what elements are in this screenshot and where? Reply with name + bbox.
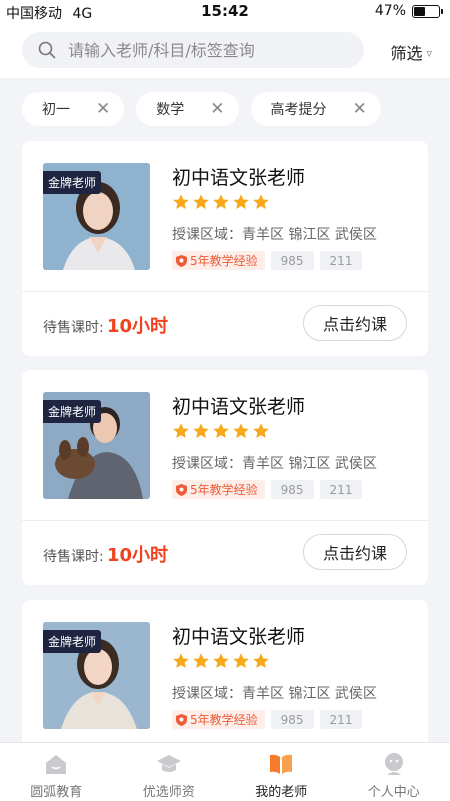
star-icon: [173, 194, 189, 210]
badges-row: 5年教学经验 985 211: [172, 710, 363, 729]
tab-label: 优选师资: [142, 785, 195, 800]
home-icon: [46, 755, 67, 774]
status-bar: 中国移动 4G 15:42 47%: [0, 0, 450, 24]
search-box[interactable]: [22, 32, 364, 68]
star-icon: [193, 194, 209, 210]
region-label: 授课区域：: [172, 227, 242, 243]
bottom-tab-bar: 圆弧教育 优选师资 我的老师 个人中心: [0, 742, 450, 801]
teacher-name: 初中语文张老师: [172, 167, 306, 189]
teacher-card[interactable]: 金牌老师 初中语文张老师 授课区域：青羊区 锦江区 武侯区 5年教学经验 985…: [22, 141, 428, 356]
star-icon: [193, 423, 209, 439]
tab-home[interactable]: 圆弧教育: [0, 743, 113, 801]
search-header: 筛选 ▿: [0, 24, 450, 78]
rating-stars: [172, 193, 270, 211]
battery-icon: [412, 4, 443, 18]
shield-icon: [176, 713, 187, 726]
tag-label: 数学: [156, 102, 185, 118]
region-values: 青羊区 锦江区 武侯区: [242, 686, 377, 702]
star-icon: [233, 423, 249, 439]
filter-label: 筛选: [390, 44, 423, 63]
badges-row: 5年教学经验 985 211: [172, 480, 363, 499]
rating-stars: [172, 422, 270, 440]
experience-text: 5年教学经验: [190, 713, 258, 727]
hours-value: 10小时: [107, 545, 169, 566]
school-badge-211: 211: [319, 480, 363, 499]
teaching-region: 授课区域：青羊区 锦江区 武侯区: [172, 683, 377, 703]
search-icon: [38, 41, 56, 59]
tab-my-teachers[interactable]: 我的老师: [225, 743, 338, 801]
star-icon: [213, 423, 229, 439]
gold-teacher-badge: 金牌老师: [43, 400, 102, 423]
selected-tags: 初一 ✕ 数学 ✕ 高考提分 ✕: [22, 92, 381, 126]
divider: [22, 520, 428, 521]
badges-row: 5年教学经验 985 211: [172, 251, 363, 270]
teacher-name: 初中语文张老师: [172, 626, 306, 648]
tab-label: 我的老师: [255, 785, 308, 800]
teacher-card[interactable]: 金牌老师 初中语文张老师 授课区域：青羊区 锦江区 武侯区 5年教学经验 985…: [22, 600, 428, 742]
search-input[interactable]: [68, 32, 348, 68]
tab-teachers[interactable]: 优选师资: [113, 743, 226, 801]
region-label: 授课区域：: [172, 456, 242, 472]
region-values: 青羊区 锦江区 武侯区: [242, 227, 377, 243]
experience-text: 5年教学经验: [190, 254, 258, 268]
experience-badge: 5年教学经验: [172, 480, 265, 499]
hours-label: 待售课时:: [43, 549, 104, 565]
gold-teacher-badge: 金牌老师: [43, 171, 102, 194]
region-label: 授课区域：: [172, 686, 242, 702]
battery-percent: 47%: [374, 3, 406, 19]
close-icon[interactable]: ✕: [210, 100, 224, 118]
tag-chip[interactable]: 数学 ✕: [136, 92, 239, 126]
star-icon: [213, 653, 229, 669]
region-values: 青羊区 锦江区 武侯区: [242, 456, 377, 472]
school-badge-985: 985: [270, 480, 314, 499]
filter-button[interactable]: 筛选 ▿: [390, 40, 432, 64]
divider: [22, 291, 428, 292]
rating-stars: [172, 652, 270, 670]
teaching-region: 授课区域：青羊区 锦江区 武侯区: [172, 224, 377, 244]
tab-label: 个人中心: [367, 785, 420, 800]
tag-chip[interactable]: 初一 ✕: [22, 92, 125, 126]
teacher-avatar: 金牌老师: [43, 622, 150, 729]
battery-status: 47%: [374, 3, 443, 19]
teacher-card[interactable]: 金牌老师 初中语文张老师 授课区域：青羊区 锦江区 武侯区 5年教学经验 985…: [22, 370, 428, 585]
tag-label: 高考提分: [270, 102, 327, 118]
hours-value: 10小时: [107, 316, 169, 337]
experience-badge: 5年教学经验: [172, 710, 265, 729]
star-icon: [173, 423, 189, 439]
filter-icon: ▿: [426, 46, 432, 60]
teacher-name: 初中语文张老师: [172, 396, 306, 418]
school-badge-211: 211: [319, 710, 363, 729]
school-badge-985: 985: [270, 251, 314, 270]
book-icon: [270, 754, 293, 774]
tag-label: 初一: [42, 102, 70, 118]
star-icon: [253, 423, 269, 439]
experience-text: 5年教学经验: [190, 483, 258, 497]
gold-teacher-badge: 金牌老师: [43, 630, 102, 653]
star-icon: [253, 194, 269, 210]
graduation-cap-icon: [156, 755, 181, 772]
book-class-button[interactable]: 点击约课: [303, 534, 407, 570]
star-icon: [253, 653, 269, 669]
shield-icon: [176, 254, 187, 267]
teacher-avatar: 金牌老师: [43, 163, 150, 270]
close-icon[interactable]: ✕: [353, 100, 367, 118]
tab-label: 圆弧教育: [30, 785, 83, 800]
teaching-region: 授课区域：青羊区 锦江区 武侯区: [172, 453, 377, 473]
shield-icon: [176, 483, 187, 496]
star-icon: [173, 653, 189, 669]
user-icon: [384, 753, 403, 775]
book-class-button[interactable]: 点击约课: [303, 305, 407, 341]
star-icon: [193, 653, 209, 669]
star-icon: [233, 653, 249, 669]
hours-label: 待售课时:: [43, 320, 104, 336]
teacher-avatar: 金牌老师: [43, 392, 150, 499]
star-icon: [233, 194, 249, 210]
tab-profile[interactable]: 个人中心: [338, 743, 450, 801]
tag-chip[interactable]: 高考提分 ✕: [250, 92, 381, 126]
star-icon: [213, 194, 229, 210]
experience-badge: 5年教学经验: [172, 251, 265, 270]
close-icon[interactable]: ✕: [96, 100, 110, 118]
school-badge-985: 985: [270, 710, 314, 729]
school-badge-211: 211: [319, 251, 363, 270]
